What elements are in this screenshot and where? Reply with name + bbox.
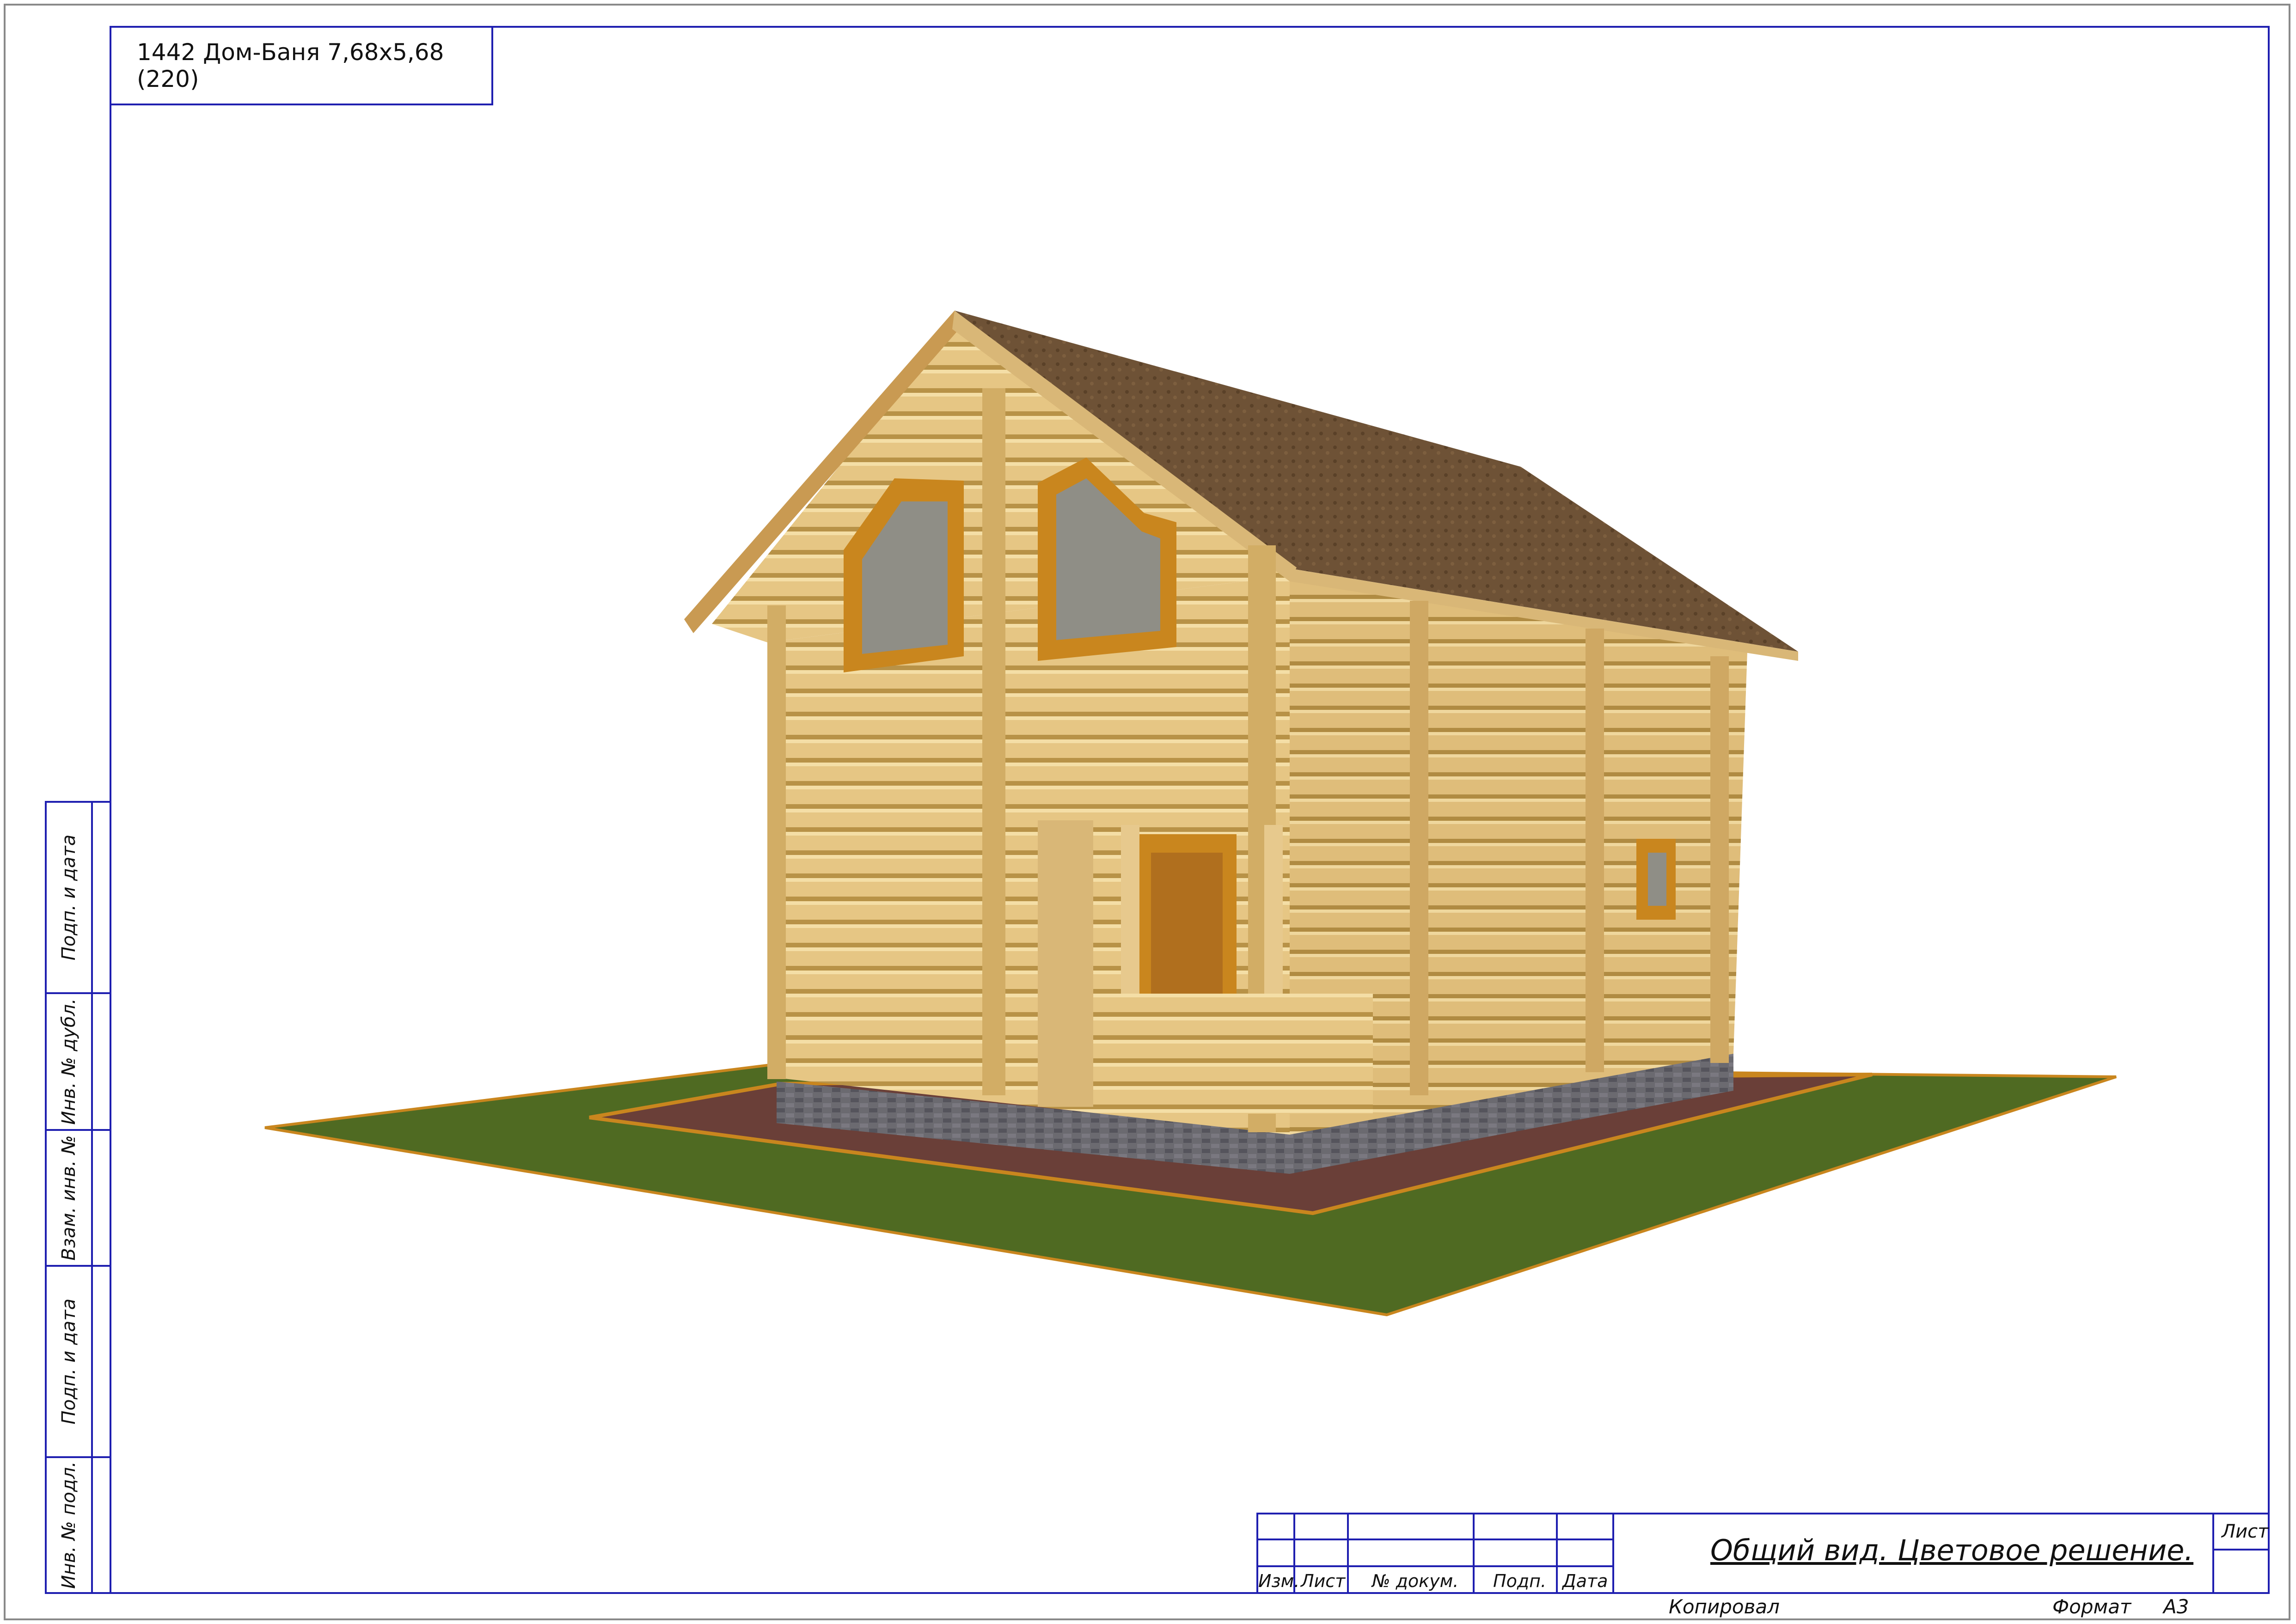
side-stamp-label: Взам. инв. № [58,1135,80,1261]
porch-post-left [1121,825,1139,1010]
project-title-box: 1442 Дом-Баня 7,68х5,68 (220) [110,26,493,105]
house-rendering [264,311,2117,1317]
column-label-signature: Подп. [1493,1571,1547,1591]
side-stamp-cell-3: Взам. инв. № [45,1129,111,1267]
side-stamp-cell-5: Инв. № подл. [45,1456,111,1594]
sheet-title: Общий вид. Цветовое решение. [1710,1533,2194,1567]
side-stamp-cell-1: Подп. и дата [45,801,111,994]
side-window-glass [1648,853,1666,906]
column-label-change: Изм. [1258,1571,1300,1591]
corner-logs-middle [982,388,1005,1095]
column-label-sheet: Лист [1301,1571,1346,1591]
side-stamp-cell-4: Подп. и дата [45,1265,111,1458]
porch-opening [1038,820,1093,1107]
corner-logs-left [767,605,786,1079]
side-corner-logs-1 [1410,601,1428,1095]
project-title: 1442 Дом-Баня 7,68х5,68 (220) [137,39,444,92]
side-corner-logs-3 [1710,656,1729,1063]
side-stamp-label: Подп. и дата [58,1298,80,1425]
sheet-number-label: Лист [2222,1521,2269,1542]
copied-label: Копировал [1669,1595,1780,1618]
column-label-document: № докум. [1372,1571,1459,1591]
side-stamp-cell-2: Инв. № дубл. [45,992,111,1131]
column-label-date: Дата [1562,1571,1608,1591]
porch-post-right [1264,825,1283,1010]
side-stamp-label: Подп. и дата [58,834,80,961]
entry-door [1151,853,1223,1012]
side-stamp-label: Инв. № подл. [58,1461,80,1589]
side-stamp-label: Инв. № дубл. [58,998,80,1125]
porch-railing [1105,994,1373,1114]
format-label: Формат [2052,1595,2131,1618]
format-value: А3 [2163,1595,2189,1618]
side-corner-logs-2 [1586,629,1604,1072]
